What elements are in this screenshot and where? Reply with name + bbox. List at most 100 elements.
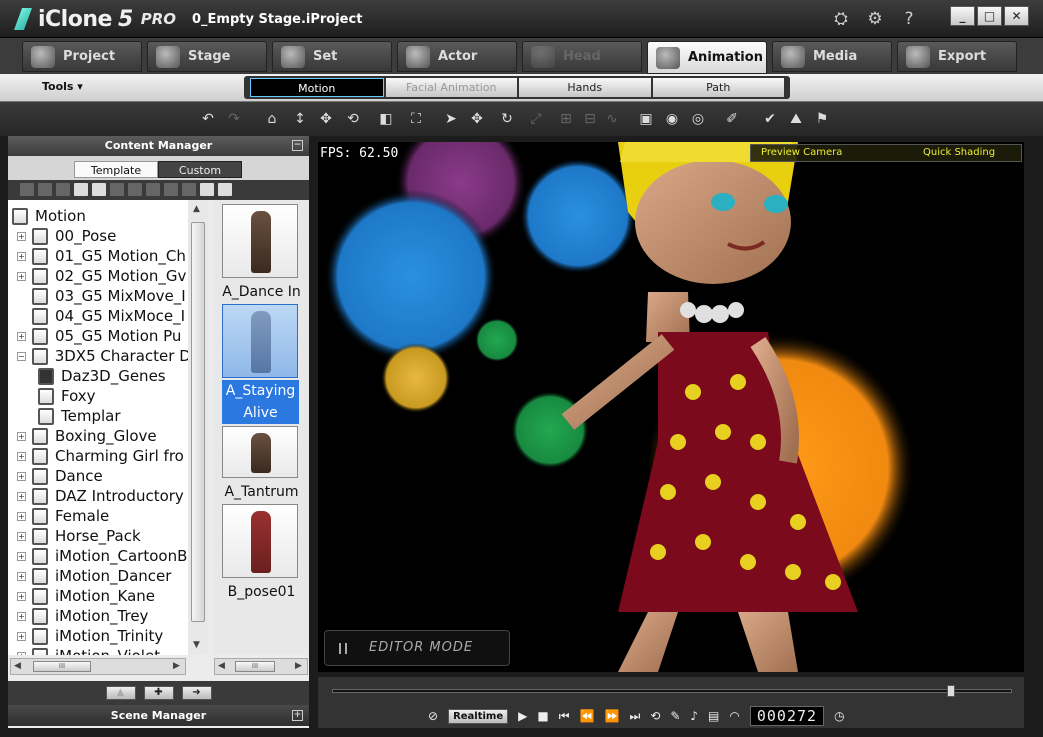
expand-icon[interactable]: +	[17, 551, 26, 561]
tab-set[interactable]: Set	[272, 41, 392, 72]
play-icon[interactable]: ▶	[518, 709, 527, 723]
thumb-hscrollbar[interactable]: ◀ III ▶	[214, 658, 308, 675]
flag-icon[interactable]: ⚑	[812, 110, 832, 128]
tree-item[interactable]: Daz3D_Genes	[8, 366, 188, 386]
thumbnail-a-dance-in[interactable]	[222, 204, 298, 278]
maximize-button[interactable]: □	[977, 6, 1002, 26]
expand-icon[interactable]: +	[17, 251, 26, 261]
capture-icon[interactable]: ◎	[688, 110, 708, 128]
tree-item[interactable]: 04_G5 MixMoce_I	[8, 306, 188, 326]
move-up-icon[interactable]: ↕	[290, 110, 310, 128]
timeline-track[interactable]	[332, 689, 1012, 693]
expand-icon[interactable]: +	[17, 571, 26, 581]
gear-icon[interactable]: ⚙	[864, 8, 886, 30]
copy-icon[interactable]	[92, 183, 106, 196]
tab-template[interactable]: Template	[74, 161, 158, 178]
collapse-icon[interactable]: −	[292, 140, 303, 151]
zoom-icon[interactable]: ◧	[376, 110, 396, 128]
subtab-path[interactable]: Path	[652, 78, 784, 97]
subtab-motion[interactable]: Motion	[250, 78, 384, 97]
tab-media[interactable]: Media	[772, 41, 892, 72]
subtab-hands[interactable]: Hands	[519, 78, 651, 97]
check-icon[interactable]: ✔	[760, 110, 780, 128]
fit-icon[interactable]: ⛶	[406, 110, 426, 128]
next-frame-icon[interactable]: ⏩	[604, 709, 619, 723]
close-button[interactable]: ✕	[1004, 6, 1029, 26]
first-frame-icon[interactable]: ⏮	[559, 709, 570, 724]
tree-item[interactable]: + iMotion_Violet	[8, 646, 188, 655]
last-frame-icon[interactable]: ⏭	[629, 709, 640, 724]
view-mode-icon[interactable]	[200, 183, 214, 196]
expand-icon[interactable]: +	[17, 591, 26, 601]
scroll-left-icon[interactable]: ◀	[14, 661, 21, 671]
tree-item[interactable]: Foxy	[8, 386, 188, 406]
expand-icon[interactable]: +	[17, 651, 26, 655]
expand-icon[interactable]: +	[17, 611, 26, 621]
tree-item[interactable]: + Female	[8, 506, 188, 526]
tree-item[interactable]: Motion	[8, 206, 188, 226]
camera-dropdown[interactable]: Preview Camera	[751, 145, 913, 161]
timeline-panel-icon[interactable]: ▤	[708, 709, 719, 723]
tree-item[interactable]: + iMotion_Trey	[8, 606, 188, 626]
minimize-button[interactable]: _	[950, 6, 975, 26]
clock-icon[interactable]: ◷	[834, 709, 844, 723]
tree-item[interactable]: +00_Pose	[8, 226, 188, 246]
expand-icon[interactable]: +	[17, 531, 26, 541]
tree-item[interactable]: − 3DX5 Character D	[8, 346, 188, 366]
tree-item[interactable]: + iMotion_Dancer	[8, 566, 188, 586]
prev-frame-icon[interactable]: ⏪	[580, 709, 595, 723]
thumbnail-b-pose01[interactable]	[222, 504, 298, 578]
tree-item[interactable]: 03_G5 MixMove_I	[8, 286, 188, 306]
expand-icon[interactable]: +	[17, 451, 26, 461]
tab-custom[interactable]: Custom	[158, 161, 242, 178]
thumbnail-a-staying-alive[interactable]	[222, 304, 298, 378]
apply-button[interactable]: ➜	[181, 686, 212, 700]
render-icon[interactable]: ⛭	[830, 8, 852, 30]
add-button[interactable]: ✚	[143, 686, 174, 700]
frame-counter[interactable]: 000272	[749, 706, 825, 726]
expand-icon[interactable]: +	[17, 231, 26, 241]
orbit-icon[interactable]: ⟲	[343, 110, 363, 128]
tree-scrollbar[interactable]: ▲ ▼	[188, 200, 208, 655]
scroll-left-icon[interactable]: ◀	[218, 661, 225, 671]
thumb-hscroll-thumb[interactable]: III	[235, 661, 275, 672]
pan-icon[interactable]: ✥	[316, 110, 336, 128]
preview-icon[interactable]: ◠	[729, 709, 739, 723]
brush-icon[interactable]: ✐	[722, 110, 742, 128]
expand-icon[interactable]: +	[17, 491, 26, 501]
expand-icon[interactable]: +	[17, 631, 26, 641]
tree-item[interactable]: +01_G5 Motion_Ch	[8, 246, 188, 266]
browse-folder-icon[interactable]	[218, 183, 232, 196]
expand-icon[interactable]: +	[17, 471, 26, 481]
realtime-button[interactable]: Realtime	[448, 708, 509, 724]
stop-icon[interactable]: ■	[537, 709, 548, 723]
tree-item[interactable]: + iMotion_Trinity	[8, 626, 188, 646]
tab-project[interactable]: Project	[22, 41, 142, 72]
scene-manager-header[interactable]: Scene Manager +	[8, 705, 309, 726]
select-icon[interactable]: ➤	[441, 110, 461, 128]
tab-actor[interactable]: Actor	[397, 41, 517, 72]
tree-item[interactable]: + iMotion_Kane	[8, 586, 188, 606]
subtitle-icon[interactable]: ✎	[670, 709, 680, 723]
tree-hscroll-thumb[interactable]: III	[33, 661, 91, 672]
expand-icon[interactable]: +	[17, 271, 26, 281]
home-icon[interactable]: ⌂	[262, 110, 282, 128]
tree-scroll-thumb[interactable]	[191, 222, 205, 622]
camera-view-icon[interactable]: ◉	[662, 110, 682, 128]
rotate-icon[interactable]: ↻	[497, 110, 517, 128]
up-level-button[interactable]: ▲	[105, 686, 136, 700]
audio-icon[interactable]: ♪	[690, 709, 698, 723]
tree-item[interactable]: + Boxing_Glove	[8, 426, 188, 446]
tree-item[interactable]: Templar	[8, 406, 188, 426]
tree-item[interactable]: +05_G5 Motion Pu	[8, 326, 188, 346]
collapse-icon[interactable]: −	[17, 351, 26, 361]
expand-icon[interactable]: +	[292, 710, 303, 721]
tab-animation[interactable]: Animation	[647, 41, 767, 74]
help-icon[interactable]: ?	[898, 8, 920, 30]
playhead-handle[interactable]	[946, 685, 955, 697]
scene-icon[interactable]: ⛰	[786, 110, 806, 128]
cut-icon[interactable]	[74, 183, 88, 196]
tools-menu[interactable]: Tools ▾	[42, 80, 83, 93]
3d-viewport[interactable]: FPS: 62.50 Preview Camera Quick Shading …	[318, 142, 1024, 672]
tree-hscrollbar[interactable]: ◀ III ▶	[10, 658, 186, 675]
